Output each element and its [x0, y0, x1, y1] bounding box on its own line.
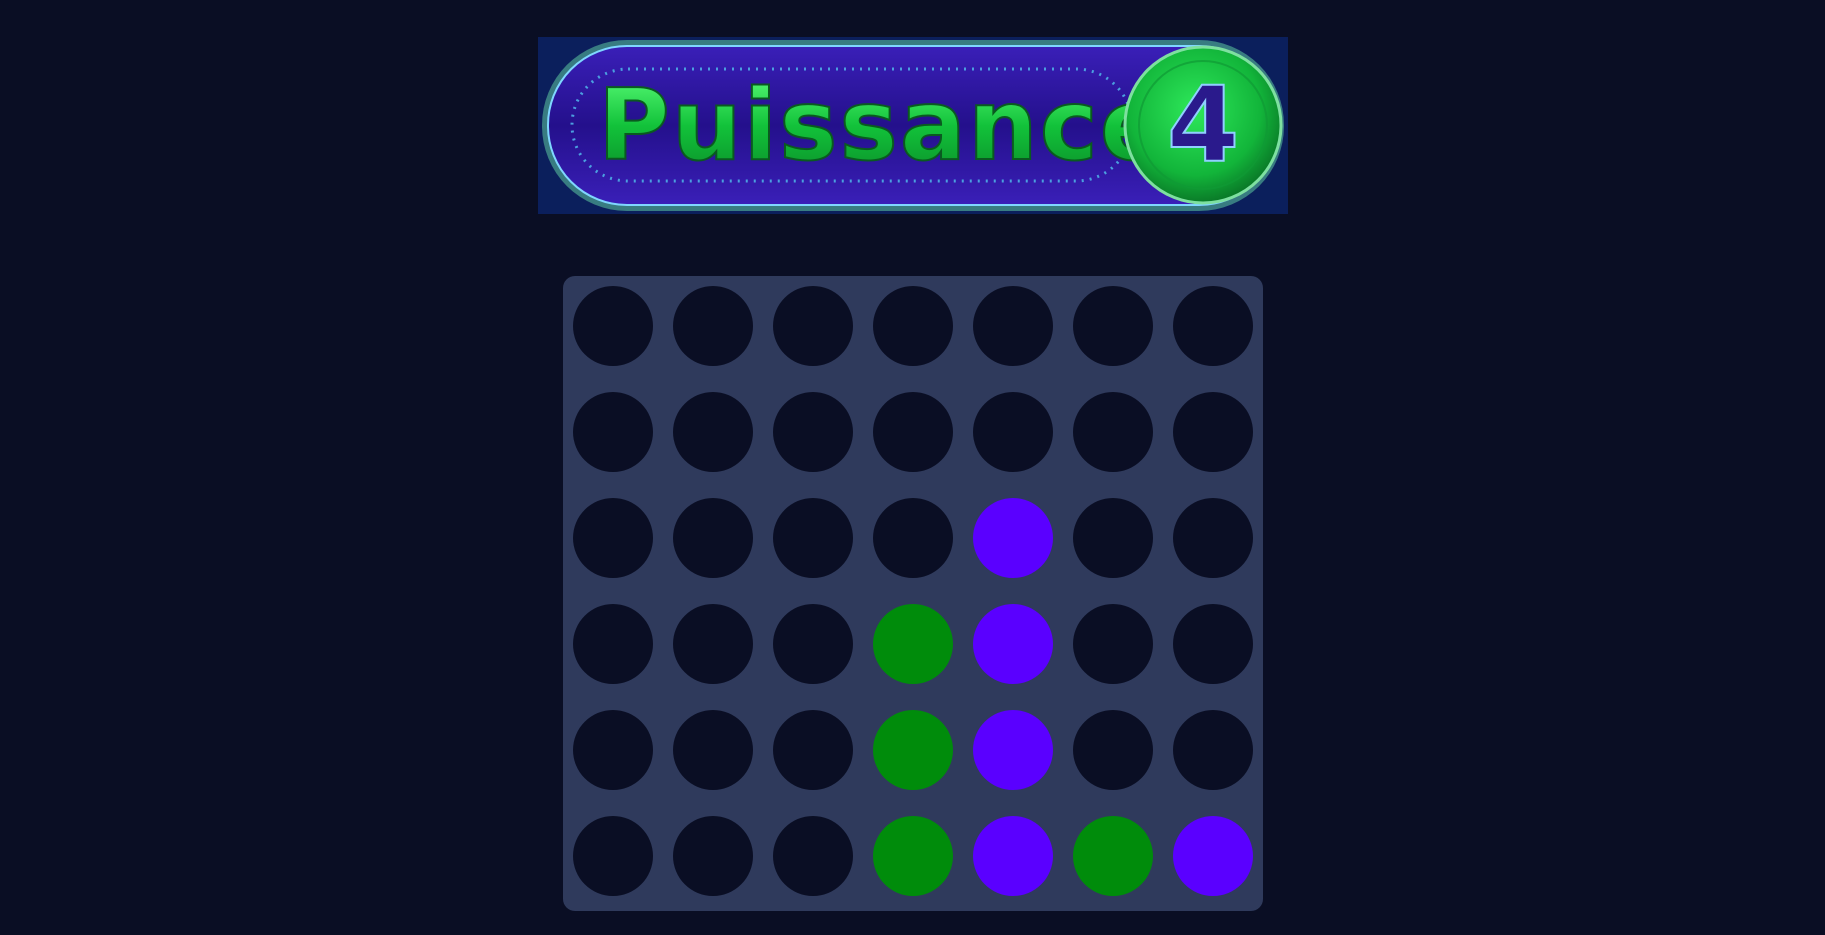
- board-slot-empty[interactable]: [1173, 498, 1253, 578]
- board-slot-empty[interactable]: [673, 286, 753, 366]
- board-slot-empty[interactable]: [673, 604, 753, 684]
- board-slot-empty[interactable]: [673, 710, 753, 790]
- disc-green[interactable]: [873, 710, 953, 790]
- game-board[interactable]: [563, 276, 1263, 911]
- disc-green[interactable]: [873, 816, 953, 896]
- board-slot-empty[interactable]: [773, 286, 853, 366]
- board-slot-empty[interactable]: [673, 498, 753, 578]
- board-slot-empty[interactable]: [1073, 604, 1153, 684]
- board-slot-empty[interactable]: [1073, 498, 1153, 578]
- board-slot-empty[interactable]: [1173, 392, 1253, 472]
- board-slot-empty[interactable]: [1173, 286, 1253, 366]
- board-slot-empty[interactable]: [773, 392, 853, 472]
- disc-purple[interactable]: [973, 710, 1053, 790]
- board-slot-empty[interactable]: [573, 604, 653, 684]
- board-slot-empty[interactable]: [873, 286, 953, 366]
- board-slot-empty[interactable]: [973, 286, 1053, 366]
- board-slot-empty[interactable]: [573, 710, 653, 790]
- logo-title-text: Puissance: [598, 69, 1168, 183]
- board-slot-empty[interactable]: [773, 816, 853, 896]
- board-slot-empty[interactable]: [1073, 710, 1153, 790]
- game-logo: Puissance 4: [538, 37, 1288, 214]
- board-slot-empty[interactable]: [1073, 286, 1153, 366]
- board-slot-empty[interactable]: [773, 710, 853, 790]
- board-slot-empty[interactable]: [873, 498, 953, 578]
- board-slot-empty[interactable]: [573, 392, 653, 472]
- logo-graphic: Puissance 4: [542, 40, 1284, 211]
- board-slot-empty[interactable]: [1073, 392, 1153, 472]
- board-slot-empty[interactable]: [773, 498, 853, 578]
- board-slot-empty[interactable]: [973, 392, 1053, 472]
- board-slot-empty[interactable]: [1173, 604, 1253, 684]
- board-slot-empty[interactable]: [573, 816, 653, 896]
- board-slot-empty[interactable]: [673, 816, 753, 896]
- board-slot-empty[interactable]: [1173, 710, 1253, 790]
- board-slot-empty[interactable]: [573, 286, 653, 366]
- disc-purple[interactable]: [973, 604, 1053, 684]
- board-slot-empty[interactable]: [773, 604, 853, 684]
- board-slot-empty[interactable]: [573, 498, 653, 578]
- board-slot-empty[interactable]: [673, 392, 753, 472]
- logo-number-text: 4: [1167, 64, 1239, 186]
- disc-purple[interactable]: [973, 498, 1053, 578]
- disc-green[interactable]: [1073, 816, 1153, 896]
- board-slot-empty[interactable]: [873, 392, 953, 472]
- disc-purple[interactable]: [973, 816, 1053, 896]
- disc-purple[interactable]: [1173, 816, 1253, 896]
- disc-green[interactable]: [873, 604, 953, 684]
